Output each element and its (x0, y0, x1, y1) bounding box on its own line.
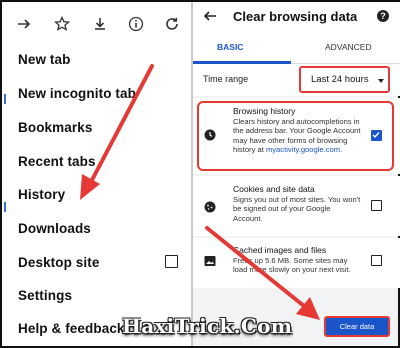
cached-images-title: Cached images and files (233, 245, 327, 255)
cookies-desc: Signs you out of most sites. You won't b… (233, 195, 361, 223)
chrome-menu: New tab New incognito tab Bookmarks Rece… (2, 2, 188, 346)
info-icon[interactable] (124, 12, 148, 36)
time-range-dropdown[interactable]: Last 24 hours (299, 66, 390, 93)
clear-data-button[interactable]: Clear data (324, 316, 390, 337)
tab-basic[interactable]: BASIC (217, 42, 243, 52)
download-icon[interactable] (88, 12, 112, 36)
page-title: Clear browsing data (233, 9, 358, 24)
cookies-checkbox[interactable] (371, 200, 382, 211)
menu-item-new-tab[interactable]: New tab (18, 52, 70, 67)
menu-item-bookmarks[interactable]: Bookmarks (18, 120, 92, 135)
clear-browsing-data-panel: Clear browsing data ? BASIC ADVANCED Tim… (191, 2, 400, 346)
help-icon[interactable]: ? (377, 10, 389, 22)
tab-bar: BASIC ADVANCED (193, 32, 400, 64)
edge-indicator (4, 202, 6, 212)
menu-item-recent-tabs[interactable]: Recent tabs (18, 154, 96, 169)
cached-images-checkbox[interactable] (371, 255, 382, 266)
cached-images-desc: Frees up 5.6 MB. Some sites may load mor… (233, 256, 351, 275)
time-range-value: Last 24 hours (311, 74, 369, 85)
desktop-site-checkbox[interactable] (165, 255, 178, 268)
menu-item-help-feedback[interactable]: Help & feedback (18, 321, 125, 336)
cookies-title: Cookies and site data (233, 184, 315, 194)
menu-item-desktop-site[interactable]: Desktop site (18, 255, 99, 270)
watermark-logo: HaxiTrick.Com (122, 314, 293, 338)
edge-indicator (4, 94, 6, 104)
back-arrow-icon[interactable] (202, 8, 218, 29)
menu-toolbar (2, 2, 188, 46)
time-range-label: Time range (203, 74, 249, 84)
highlight-box (197, 101, 394, 171)
image-icon (204, 254, 216, 266)
panel-header: Clear browsing data ? (193, 2, 400, 32)
menu-item-settings[interactable]: Settings (18, 288, 72, 303)
dropdown-caret-icon (378, 79, 384, 83)
menu-item-history[interactable]: History (18, 187, 65, 202)
cookies-option[interactable]: Cookies and site data Signs you out of m… (193, 176, 400, 236)
tab-advanced[interactable]: ADVANCED (325, 42, 372, 52)
menu-item-new-incognito-tab[interactable]: New incognito tab (18, 86, 136, 101)
reload-icon[interactable] (160, 12, 184, 36)
cookie-icon (204, 200, 216, 213)
forward-icon[interactable] (12, 12, 36, 36)
star-icon[interactable] (50, 12, 74, 36)
cached-images-option[interactable]: Cached images and files Frees up 5.6 MB.… (193, 238, 400, 288)
menu-item-downloads[interactable]: Downloads (18, 221, 91, 236)
time-range-row: Time range Last 24 hours (193, 64, 400, 96)
